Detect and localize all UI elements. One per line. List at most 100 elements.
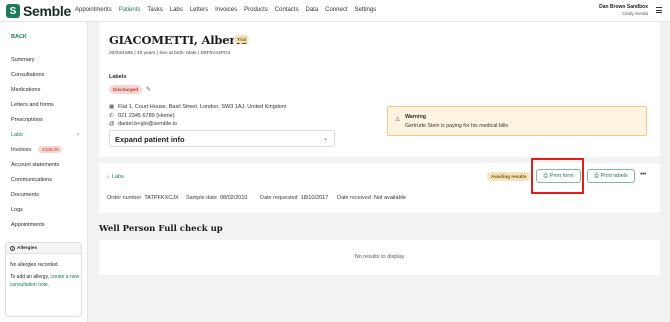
building-icon: ▦	[109, 104, 115, 110]
order-number-value: TATPFKXCJX	[144, 195, 179, 201]
sidebar-item-label: Documents	[11, 191, 39, 198]
sidebar-item-label: Consultations	[11, 71, 45, 78]
warning-alert: ⚠ Warning Gertrude Stein is paying for h…	[387, 106, 647, 136]
nav-products[interactable]: Products	[244, 7, 268, 13]
pencil-icon[interactable]: ✎	[146, 86, 151, 93]
patient-phone: ✆ 021 2345 6789 (Home)	[109, 113, 175, 119]
sidebar-item-appointments[interactable]: Appointments	[0, 217, 88, 232]
logo-text: Semble	[23, 3, 71, 19]
sidebar-item-prescriptions[interactable]: Prescriptions	[0, 112, 88, 127]
nav-patients[interactable]: Patients	[119, 7, 141, 13]
nav-appointments[interactable]: Appointments	[75, 7, 112, 13]
sidebar-item-label: Logs	[11, 206, 23, 213]
sidebar-item-documents[interactable]: Documents	[0, 187, 88, 202]
sidebar-item-medications[interactable]: Medications	[0, 82, 88, 97]
sidebar-item-label: Medications	[11, 86, 41, 93]
chevron-down-icon: ⌄	[322, 136, 328, 142]
semble-logo[interactable]: S Semble	[6, 3, 71, 19]
invoice-balance-badge: £185.00	[38, 146, 63, 153]
sample-date-value: 08/02/2010	[219, 195, 248, 201]
allergies-panel: ! Allergies No allergies recorded To add…	[5, 242, 82, 317]
results-panel: No results to display	[99, 240, 660, 275]
order-number-label: Order number	[107, 195, 142, 201]
printer-icon: ⎙	[594, 172, 599, 179]
sidebar-item-letters-and-forms[interactable]: Letters and forms	[0, 97, 88, 112]
sidebar-item-label: Labs	[11, 131, 23, 138]
sidebar-item-communications[interactable]: Communications	[0, 172, 88, 187]
patient-address: ▦ Flat 1, Court House, Basil Street, Lon…	[109, 104, 286, 110]
patient-sidebar: BACK Summary Consultations Medications L…	[0, 22, 88, 322]
sidebar-item-labs[interactable]: Labs ›	[0, 127, 88, 142]
sidebar-item-logs[interactable]: Logs	[0, 202, 88, 217]
top-navigation-bar: S Semble Appointments Patients Tasks Lab…	[0, 0, 670, 22]
labels-heading: Labels	[109, 74, 127, 80]
warning-message: Gertrude Stein is paying for his medical…	[405, 123, 509, 129]
labs-back-link[interactable]: ‹ Labs	[107, 174, 124, 180]
sidebar-item-label: Appointments	[11, 221, 45, 228]
phone-text: 021 2345 6789 (Home)	[118, 113, 175, 119]
sidebar-item-label: Summary	[11, 56, 35, 63]
lab-test-title: Well Person Full check up	[99, 224, 223, 234]
more-options-icon[interactable]: •••	[640, 171, 646, 178]
sample-date-label: Sample date	[186, 195, 217, 201]
nav-data[interactable]: Data	[305, 7, 318, 13]
date-received-value: Not available	[374, 195, 406, 201]
sidebar-item-label: Prescriptions	[11, 116, 43, 123]
labs-back-label: Labs	[111, 174, 124, 180]
sidebar-item-label: Account statements	[11, 161, 60, 168]
sidebar-item-account-statements[interactable]: Account statements	[0, 157, 88, 172]
warning-title: Warning	[405, 114, 426, 120]
account-name: Dan Brown Sandbox	[599, 4, 648, 10]
print-labels-button[interactable]: ⎙ Print labels	[587, 169, 635, 183]
patient-email: @ daniel.b+glo@semble.io	[109, 121, 177, 127]
address-text: Flat 1, Court House, Basil Street, Londo…	[118, 104, 287, 110]
expand-patient-info[interactable]: Expand patient info ⌄	[109, 130, 335, 147]
patient-title: Mr	[224, 38, 230, 43]
main-nav: Appointments Patients Tasks Labs Letters…	[75, 7, 383, 13]
account-switcher[interactable]: Dan Brown Sandbox Cindy Xenda	[599, 4, 648, 16]
email-text: daniel.b+glo@semble.io	[118, 121, 177, 127]
allergies-title: Allergies	[17, 245, 38, 251]
highlight-box	[531, 158, 584, 194]
discharged-label: Discharged	[109, 85, 143, 94]
nav-invoices[interactable]: Invoices	[215, 7, 237, 13]
patient-meta: 20/03/1985 | 40 years | Sex at birth: Ma…	[109, 51, 231, 56]
expand-label: Expand patient info	[115, 135, 185, 144]
allergies-header: ! Allergies	[6, 243, 81, 254]
sidebar-item-invoices[interactable]: Invoices £185.00	[0, 142, 88, 157]
order-number: Order number TATPFKXCJX	[107, 195, 179, 201]
nav-contacts[interactable]: Contacts	[275, 7, 299, 13]
nav-settings[interactable]: Settings	[355, 7, 377, 13]
date-received-label: Date received	[337, 195, 371, 201]
account-user: Cindy Xenda	[622, 11, 648, 16]
no-allergies-text: No allergies recorded	[10, 262, 58, 268]
chevron-right-icon: ›	[77, 131, 79, 138]
nav-tasks[interactable]: Tasks	[147, 7, 162, 13]
sidebar-item-summary[interactable]: Summary	[0, 52, 88, 67]
patient-header-card: GIACOMETTI, Alberto Mr Trial 20/03/1985 …	[99, 22, 660, 157]
trial-badge: Trial	[234, 35, 250, 43]
sidebar-nav: Summary Consultations Medications Letter…	[0, 52, 88, 232]
warning-icon: ⚠	[395, 117, 401, 123]
print-labels-label: Print labels	[600, 173, 628, 179]
sidebar-item-label: Letters and forms	[11, 101, 54, 108]
date-requested-value: 18/10/2017	[300, 195, 329, 201]
date-requested-label: Date requested	[260, 195, 298, 201]
date-requested: Date requested 18/10/2017	[260, 195, 328, 201]
back-link[interactable]: BACK	[11, 34, 27, 40]
sidebar-item-label: Invoices	[11, 146, 32, 153]
hamburger-menu-icon[interactable]	[656, 7, 662, 13]
nav-connect[interactable]: Connect	[325, 7, 347, 13]
info-icon: !	[10, 245, 15, 251]
add-allergy-text: To add an allergy, create a new consulta…	[10, 273, 80, 289]
add-allergy-prefix: To add an allergy,	[10, 274, 50, 280]
email-icon: @	[109, 121, 115, 127]
nav-labs[interactable]: Labs	[170, 7, 183, 13]
sidebar-item-label: Communications	[11, 176, 52, 183]
logo-mark-icon: S	[6, 4, 20, 18]
nav-letters[interactable]: Letters	[190, 7, 208, 13]
sample-date: Sample date 08/02/2010	[186, 195, 247, 201]
sidebar-item-consultations[interactable]: Consultations	[0, 67, 88, 82]
status-badge: Awaiting results	[487, 172, 531, 181]
phone-icon: ✆	[109, 113, 114, 119]
